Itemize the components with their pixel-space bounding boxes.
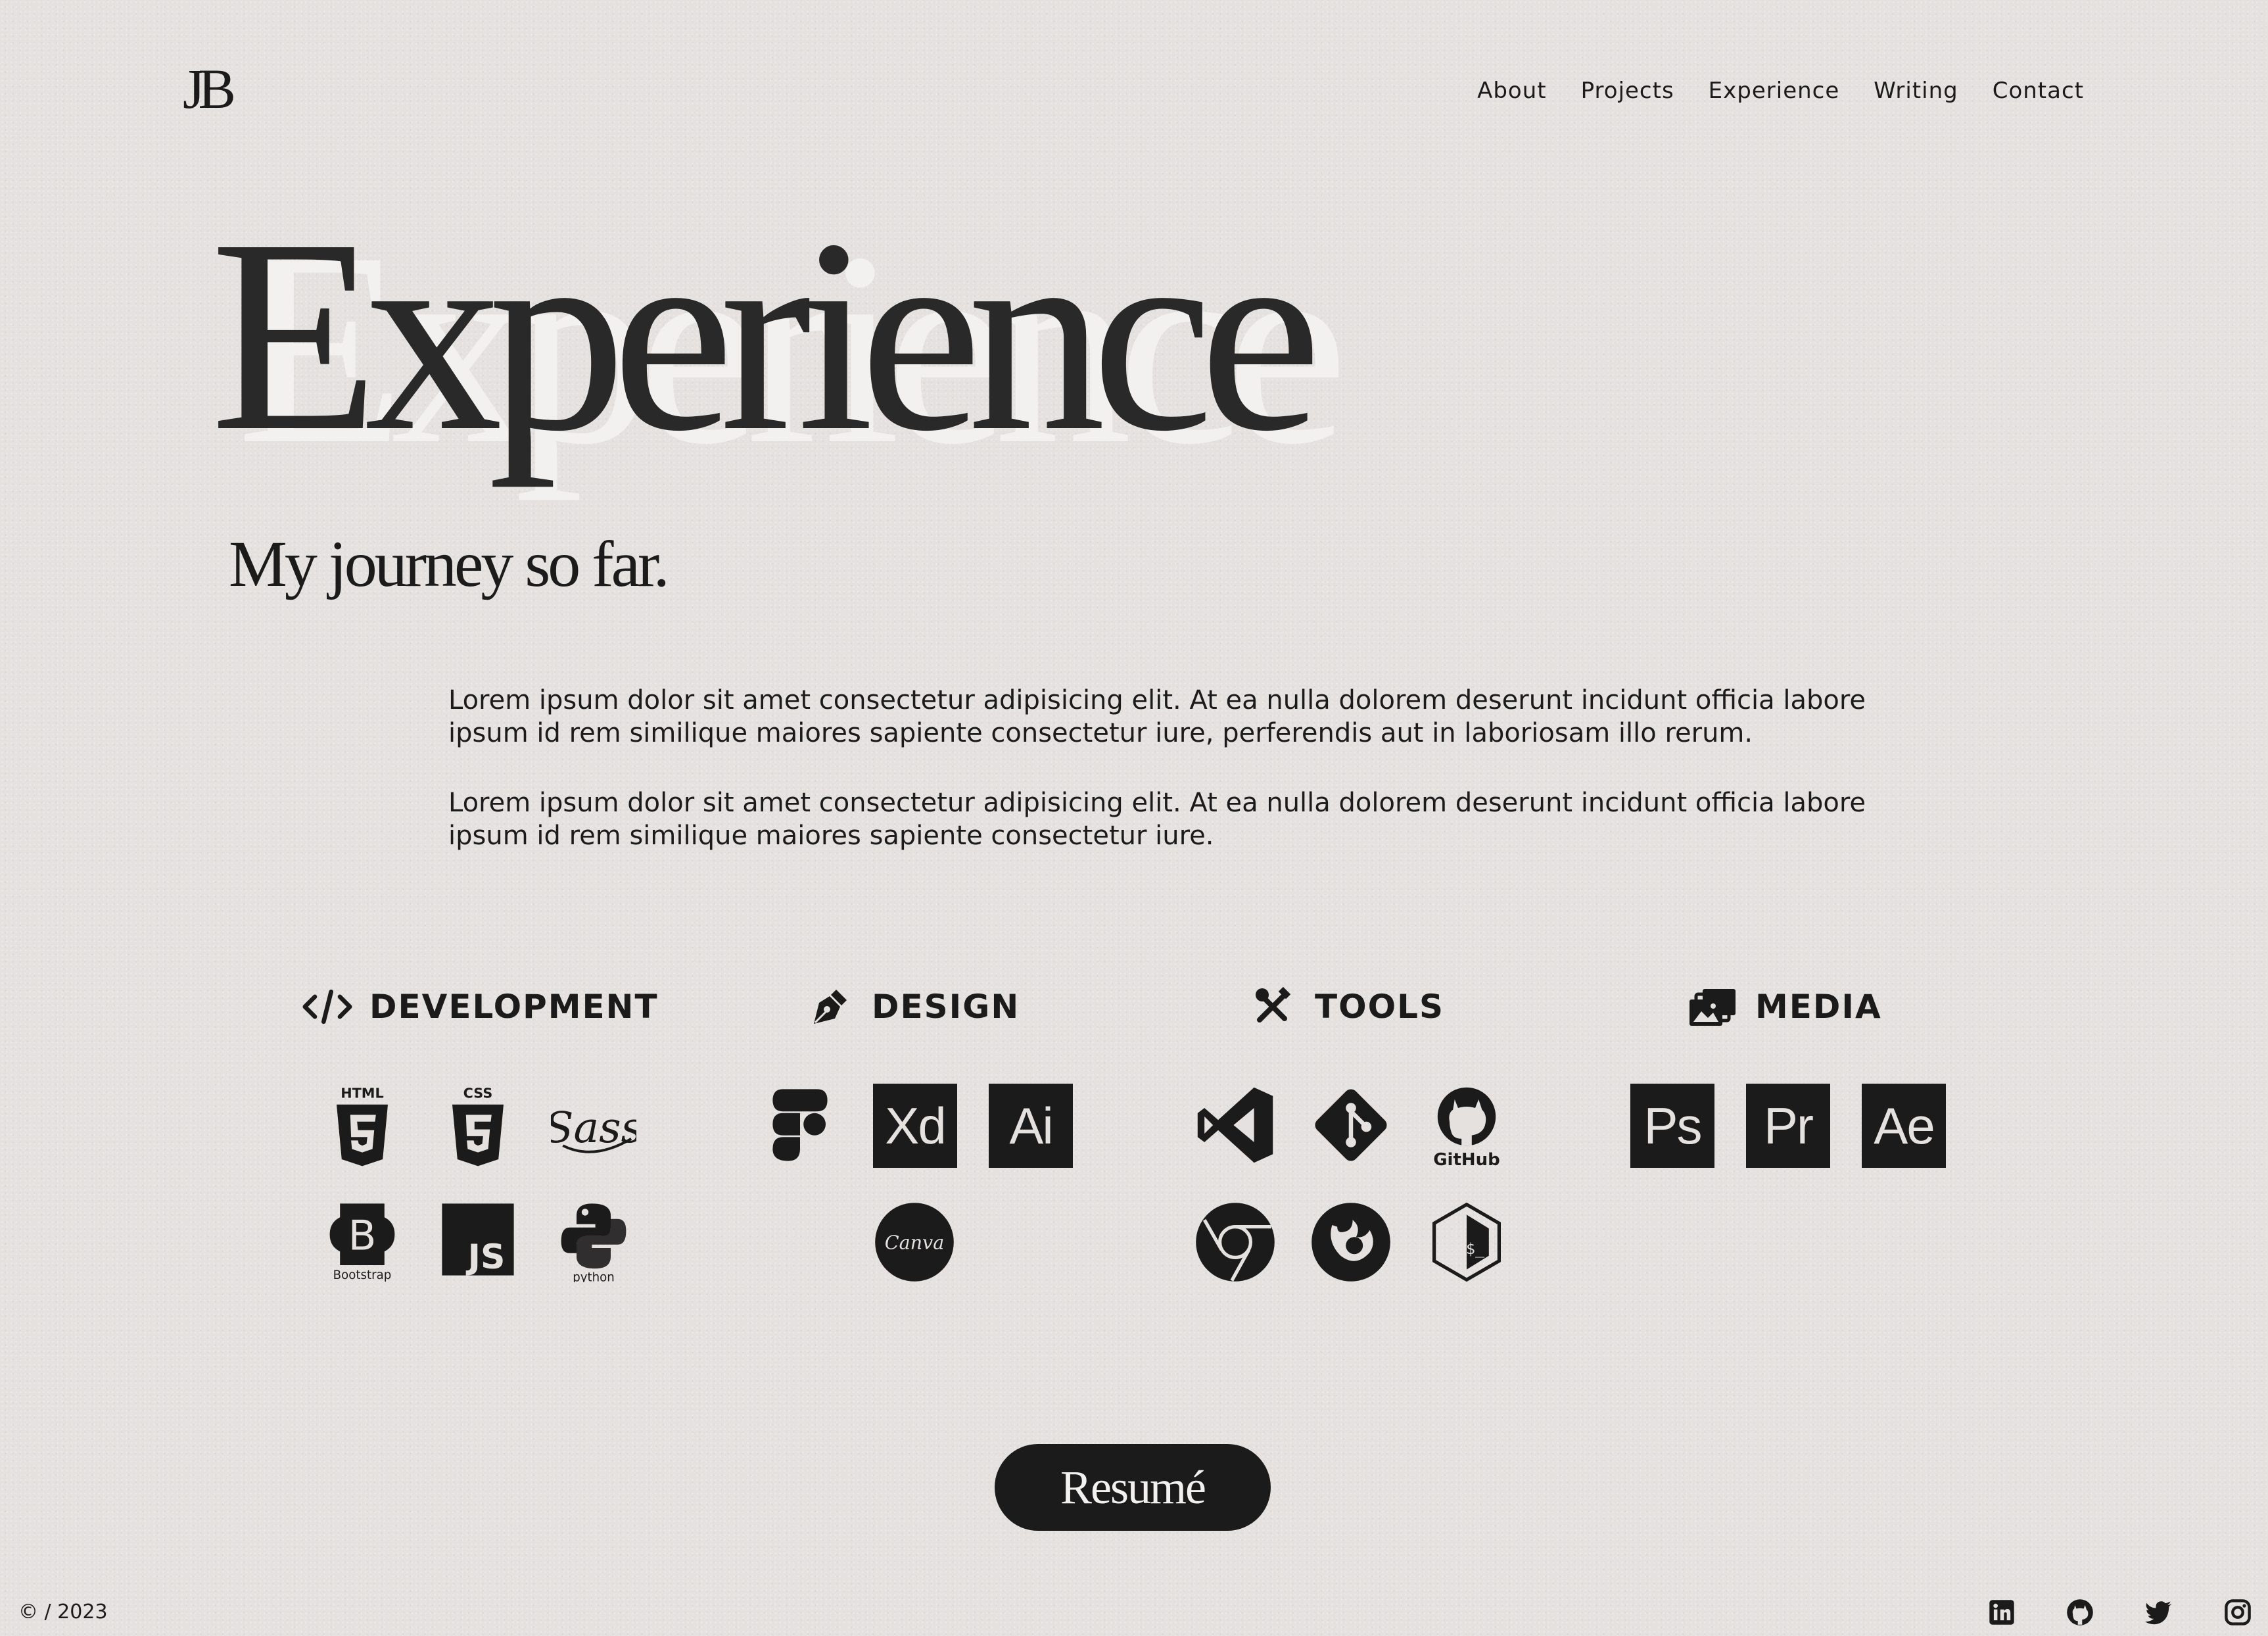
pen-nib-icon bbox=[805, 986, 855, 1027]
premiere-pro-icon: Pr bbox=[1746, 1084, 1830, 1168]
hero: Experience Experience bbox=[210, 182, 1348, 488]
adobe-illustrator-icon: Ai bbox=[989, 1084, 1073, 1168]
photoshop-icon: Ps bbox=[1630, 1084, 1714, 1168]
javascript-icon: JS bbox=[435, 1197, 521, 1282]
skill-column-header: DESIGN bbox=[805, 986, 1020, 1027]
html5-icon: HTML bbox=[319, 1082, 405, 1168]
figma-icon bbox=[757, 1082, 843, 1168]
nav-link-contact[interactable]: Contact bbox=[1993, 78, 2084, 104]
hero-subtitle: My journey so far. bbox=[229, 527, 670, 600]
intro-text: Lorem ipsum dolor sit amet consectetur a… bbox=[448, 684, 1941, 889]
intro-paragraph: Lorem ipsum dolor sit amet consectetur a… bbox=[448, 788, 1866, 851]
svg-text:HTML: HTML bbox=[341, 1085, 384, 1101]
twitter-icon[interactable] bbox=[2144, 1598, 2173, 1627]
photo-album-icon bbox=[1688, 986, 1738, 1027]
hero-title: Experience bbox=[210, 182, 1322, 488]
svg-text:Bootstrap: Bootstrap bbox=[333, 1268, 392, 1282]
skill-column-development: DEVELOPMENT bbox=[302, 986, 659, 1027]
skill-column-design: DESIGN bbox=[805, 986, 1020, 1027]
nav-link-about[interactable]: About bbox=[1477, 78, 1547, 104]
svg-text:B: B bbox=[348, 1212, 377, 1260]
intro-paragraph: Lorem ipsum dolor sit amet consectetur a… bbox=[448, 685, 1866, 748]
skill-column-title: DESIGN bbox=[872, 988, 1020, 1026]
tools-icon bbox=[1248, 986, 1298, 1027]
nav-link-writing[interactable]: Writing bbox=[1874, 78, 1958, 104]
firefox-icon bbox=[1308, 1199, 1394, 1285]
bootstrap-icon: B Bootstrap bbox=[319, 1197, 405, 1282]
svg-text:Canva: Canva bbox=[885, 1231, 945, 1253]
svg-text:JS: JS bbox=[466, 1238, 506, 1277]
vscode-icon bbox=[1193, 1082, 1278, 1168]
svg-text:CSS: CSS bbox=[463, 1085, 493, 1101]
site-logo[interactable]: JB bbox=[183, 60, 236, 117]
code-icon bbox=[302, 986, 352, 1027]
canva-icon: Canva bbox=[872, 1199, 957, 1285]
skill-column-tools: TOOLS bbox=[1248, 986, 1444, 1027]
skill-column-title: MEDIA bbox=[1755, 988, 1882, 1026]
chrome-icon bbox=[1193, 1199, 1278, 1285]
svg-text:python: python bbox=[573, 1271, 615, 1282]
after-effects-icon: Ae bbox=[1862, 1084, 1946, 1168]
sass-icon: Sass bbox=[551, 1082, 636, 1168]
skill-column-header: TOOLS bbox=[1248, 986, 1444, 1027]
instagram-icon[interactable] bbox=[2223, 1598, 2252, 1627]
svg-text:$_: $_ bbox=[1466, 1239, 1485, 1258]
skill-column-media: MEDIA bbox=[1688, 986, 1882, 1027]
terminal-icon: $_ bbox=[1424, 1199, 1509, 1285]
copyright-text: © / 2023 bbox=[18, 1600, 108, 1624]
adobe-xd-icon: Xd bbox=[873, 1084, 957, 1168]
skill-column-header: MEDIA bbox=[1688, 986, 1882, 1027]
github-icon: GitHub bbox=[1424, 1082, 1509, 1168]
nav-link-experience[interactable]: Experience bbox=[1709, 78, 1840, 104]
css3-icon: CSS bbox=[435, 1082, 521, 1168]
main-nav: About Projects Experience Writing Contac… bbox=[1477, 78, 2084, 104]
github-icon[interactable] bbox=[2066, 1598, 2094, 1627]
skill-column-header: DEVELOPMENT bbox=[302, 986, 659, 1027]
resume-button[interactable]: Resumé bbox=[995, 1444, 1271, 1531]
skill-column-title: DEVELOPMENT bbox=[369, 988, 659, 1026]
skill-column-title: TOOLS bbox=[1315, 988, 1444, 1026]
linkedin-icon[interactable] bbox=[1987, 1598, 2016, 1627]
python-icon: python bbox=[551, 1197, 636, 1282]
nav-link-projects[interactable]: Projects bbox=[1581, 78, 1674, 104]
svg-text:GitHub: GitHub bbox=[1433, 1150, 1500, 1168]
git-icon bbox=[1308, 1082, 1394, 1168]
